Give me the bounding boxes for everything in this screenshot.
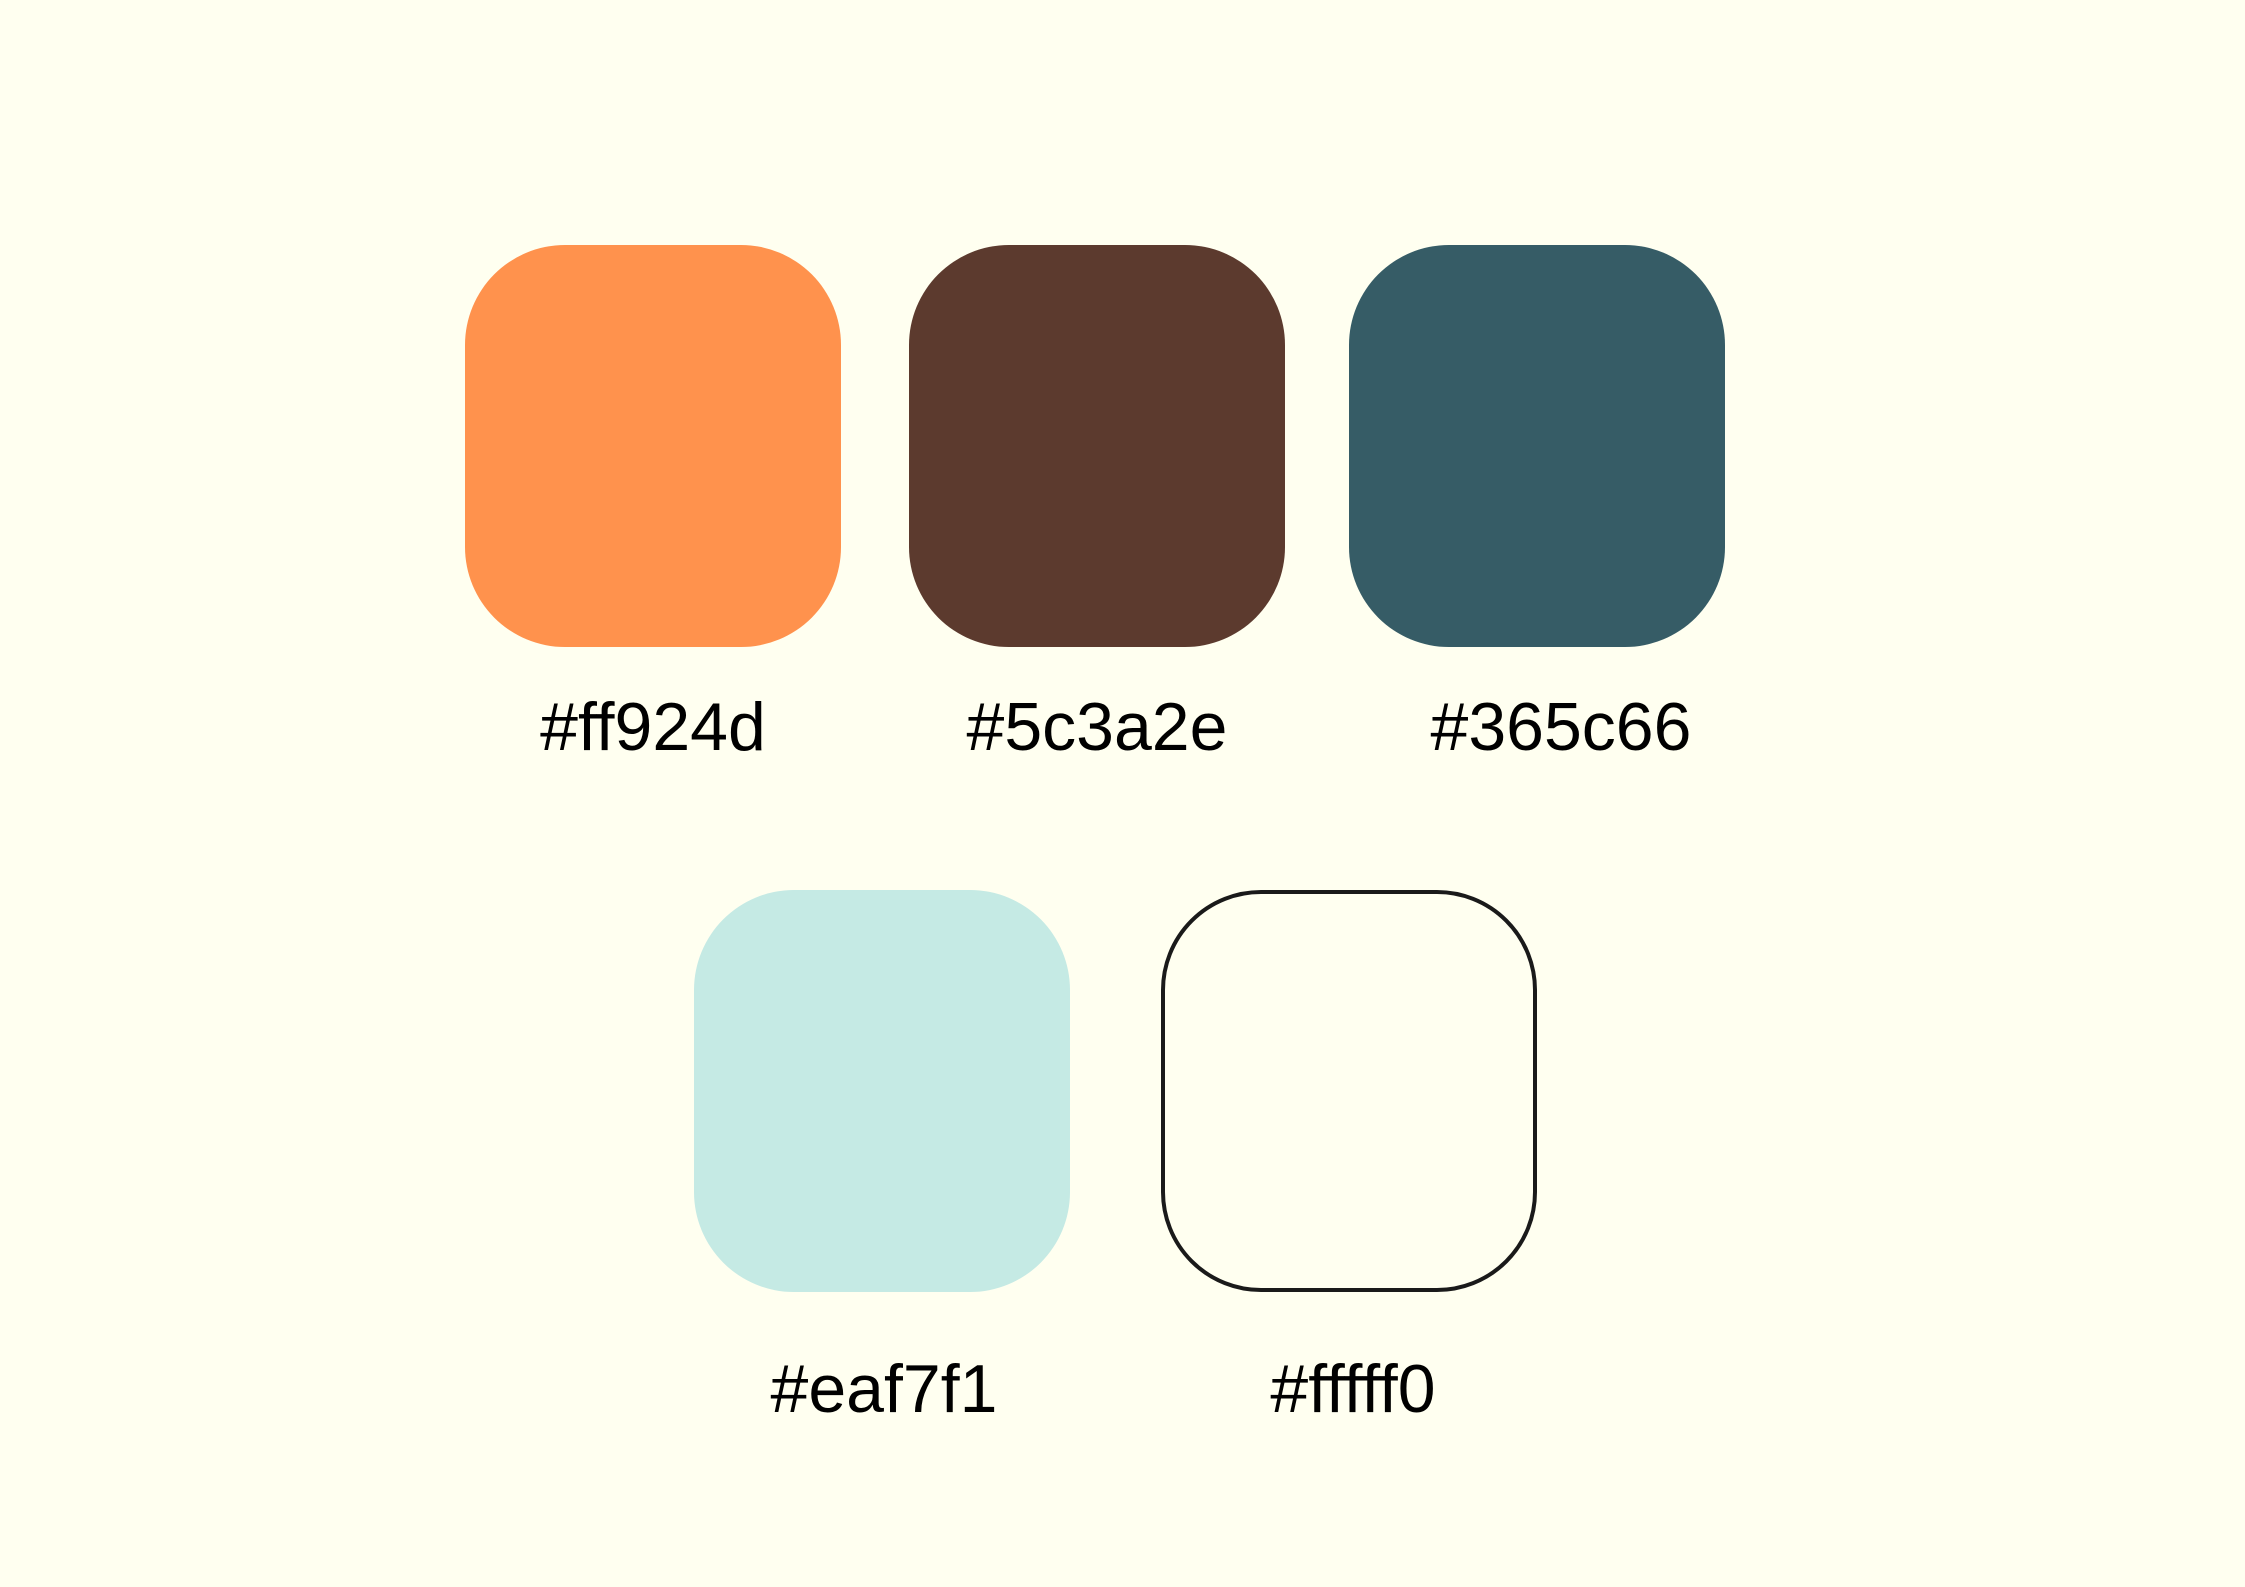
- color-swatch-brown: [909, 245, 1285, 647]
- color-swatch-teal: [1349, 245, 1725, 647]
- swatch-hex-label: #fffff0: [1270, 1351, 1436, 1427]
- swatch-hex-label: #5c3a2e: [966, 689, 1228, 765]
- swatch-hex-label: #365c66: [1430, 689, 1692, 765]
- color-swatch-mint: [694, 890, 1070, 1292]
- swatch-hex-label: #ff924d: [540, 689, 766, 765]
- swatch-hex-label: #eaf7f1: [770, 1351, 998, 1427]
- color-swatch-ivory: [1161, 890, 1537, 1292]
- color-swatch-orange: [465, 245, 841, 647]
